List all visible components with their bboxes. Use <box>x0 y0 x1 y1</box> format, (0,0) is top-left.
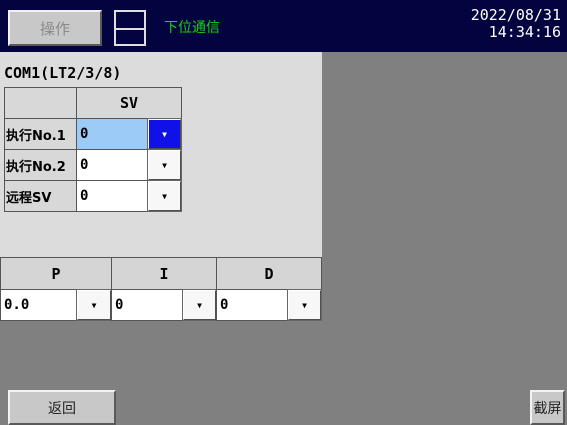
chevron-down-icon: ▼ <box>162 160 167 170</box>
exec-2-value-field[interactable]: 0 <box>76 149 148 181</box>
chevron-down-icon: ▼ <box>91 300 97 310</box>
exec-1-dropdown-button[interactable]: ▼ <box>147 118 182 150</box>
row-label-exec-1: 执行No.1 <box>4 118 77 150</box>
disk-icon <box>114 10 146 46</box>
chevron-down-icon: ▼ <box>197 300 202 310</box>
time-text: 14:34:16 <box>488 23 561 41</box>
row-label-remote-sv: 远程SV <box>4 180 77 212</box>
i-value-field[interactable]: 0 <box>111 289 183 321</box>
sv-column-header: SV <box>76 87 182 119</box>
row-label-exec-2: 执行No.2 <box>4 149 77 181</box>
remote-sv-dropdown-button[interactable]: ▼ <box>147 180 182 212</box>
screenshot-button[interactable]: 截屏 <box>530 390 565 425</box>
chevron-down-icon: ▼ <box>162 191 167 201</box>
d-dropdown-button[interactable]: ▼ <box>287 289 322 321</box>
p-value-field[interactable]: 0.0 <box>0 289 77 321</box>
d-column-header: D <box>216 257 322 290</box>
i-dropdown-button[interactable]: ▼ <box>182 289 217 321</box>
comm-status-label: 下位通信 <box>164 20 220 36</box>
chevron-down-icon: ▼ <box>162 129 167 139</box>
back-button[interactable]: 返回 <box>8 390 116 425</box>
date-text: 2022/08/31 <box>470 6 561 24</box>
p-dropdown-button[interactable]: ▼ <box>76 289 112 321</box>
sv-table-corner <box>4 87 77 119</box>
d-value-field[interactable]: 0 <box>216 289 288 321</box>
remote-sv-value-field[interactable]: 0 <box>76 180 148 212</box>
p-column-header: P <box>0 257 112 290</box>
operate-button[interactable]: 操作 <box>8 10 102 46</box>
chevron-down-icon: ▼ <box>302 300 307 310</box>
com-port-label: COM1(LT2/3/8) <box>4 64 122 82</box>
header-bar: 操作 下位通信 2022/08/31 14:34:16 <box>0 0 567 52</box>
datetime-display: 2022/08/31 14:34:16 <box>471 7 561 41</box>
exec-2-dropdown-button[interactable]: ▼ <box>147 149 182 181</box>
exec-1-value-field[interactable]: 0 <box>76 118 148 150</box>
i-column-header: I <box>111 257 217 290</box>
